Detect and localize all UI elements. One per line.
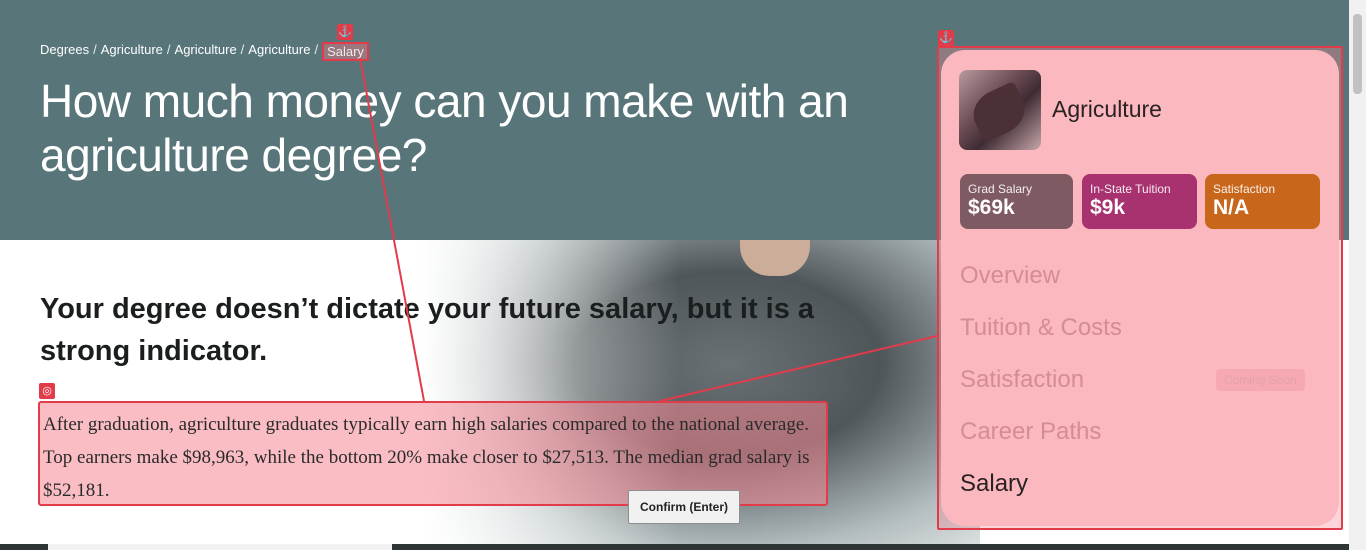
stat-in-state-tuition: In-State Tuition $9k: [1082, 174, 1197, 229]
page: Degrees / Agriculture / Agriculture / Ag…: [0, 0, 1366, 550]
section-subhead: Your degree doesn’t dictate your future …: [40, 293, 815, 367]
leaf-image: [966, 81, 1032, 143]
breadcrumb-item-agriculture-3[interactable]: Agriculture: [248, 42, 310, 61]
breadcrumb-item-degrees[interactable]: Degrees: [40, 42, 89, 61]
stat-satisfaction: Satisfaction N/A: [1205, 174, 1320, 229]
breadcrumb-separator: /: [240, 42, 245, 57]
anchor-icon: ⚓: [938, 30, 954, 46]
scroll-thumb[interactable]: [1353, 14, 1362, 94]
breadcrumb-current-salary[interactable]: Salary: [322, 42, 369, 61]
confirm-button[interactable]: Confirm (Enter): [628, 490, 740, 524]
page-scrollbar[interactable]: [1349, 0, 1366, 550]
sidebar-nav: Overview Tuition & Costs Satisfaction Co…: [960, 250, 1320, 510]
nav-item-label: Satisfaction: [960, 366, 1085, 393]
nav-item-career-paths[interactable]: Career Paths: [960, 406, 1320, 458]
nav-item-salary[interactable]: Salary: [960, 458, 1320, 510]
target-icon: ◎: [39, 383, 55, 399]
degree-thumbnail: [959, 70, 1041, 150]
stat-value: N/A: [1213, 196, 1250, 219]
breadcrumb-separator: /: [93, 42, 97, 57]
stat-value: $69k: [968, 196, 1015, 219]
bottom-bar-gap: [48, 544, 392, 550]
coming-soon-badge: Coming Soon: [1216, 369, 1305, 391]
breadcrumb-item-agriculture-1[interactable]: Agriculture: [101, 42, 163, 61]
breadcrumb-item-agriculture-2[interactable]: Agriculture: [175, 42, 237, 61]
anchor-icon: ⚓: [337, 24, 353, 40]
breadcrumb: Degrees / Agriculture / Agriculture / Ag…: [40, 42, 369, 61]
nav-item-overview[interactable]: Overview: [960, 250, 1320, 302]
stat-label: Grad Salary: [968, 182, 1033, 196]
stat-label: In-State Tuition: [1090, 182, 1171, 196]
stat-value: $9k: [1090, 196, 1126, 219]
stat-label: Satisfaction: [1213, 182, 1276, 196]
degree-title: Agriculture: [1052, 96, 1162, 122]
bottom-bar: [0, 544, 1349, 550]
nav-item-satisfaction[interactable]: Satisfaction Coming Soon: [960, 354, 1320, 406]
degree-sidebar-card: Agriculture Grad Salary $69k In-State Tu…: [941, 50, 1339, 526]
page-title: How much money can you make with an agri…: [40, 75, 849, 181]
photo-hand: [740, 240, 810, 276]
nav-item-tuition-costs[interactable]: Tuition & Costs: [960, 302, 1320, 354]
breadcrumb-separator: /: [314, 42, 319, 57]
stat-grad-salary: Grad Salary $69k: [960, 174, 1073, 229]
breadcrumb-separator: /: [166, 42, 171, 57]
